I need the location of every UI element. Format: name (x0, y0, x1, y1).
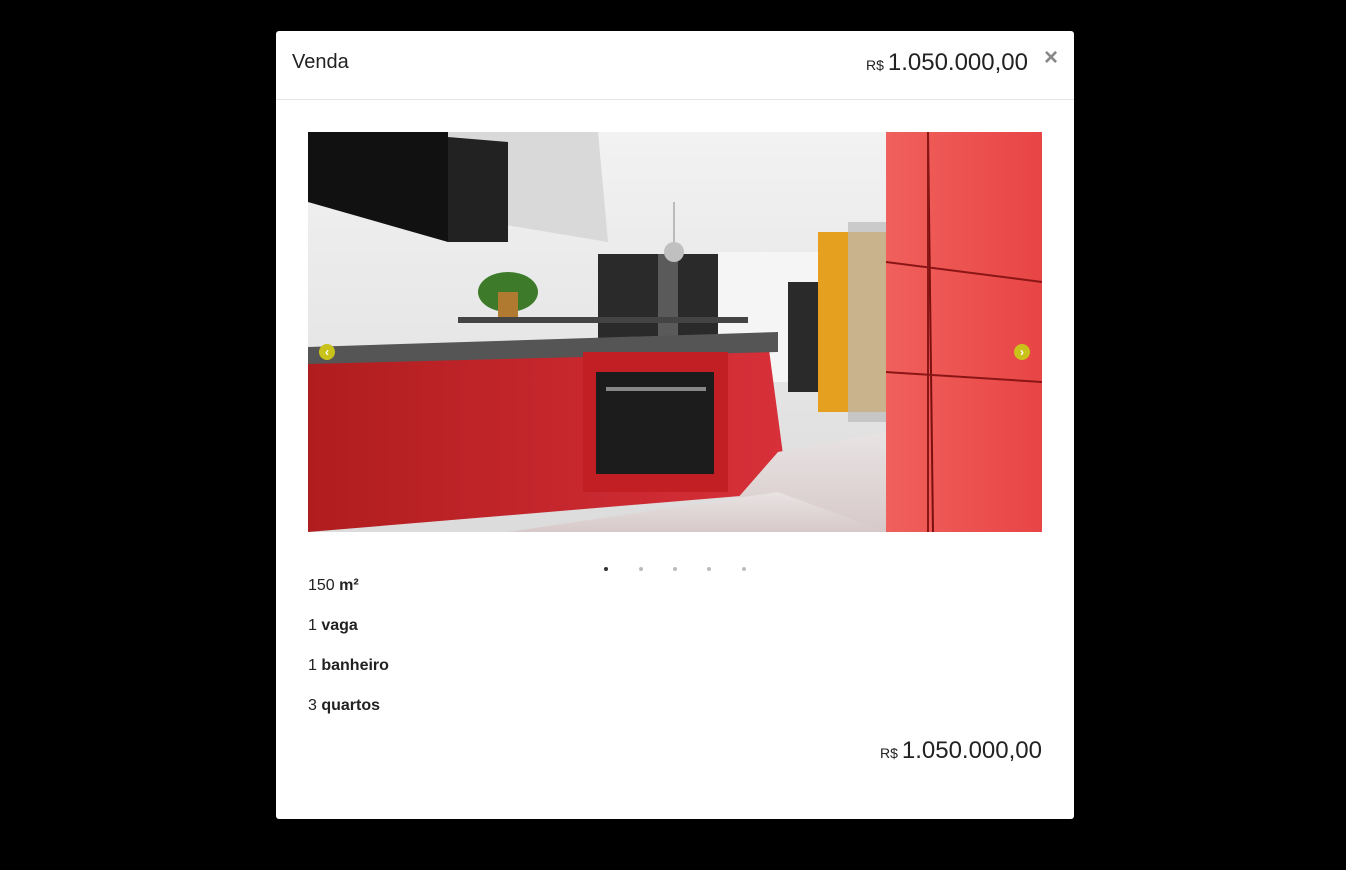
carousel-indicator-1[interactable] (604, 567, 609, 571)
feature-area-label: m² (339, 577, 359, 594)
feature-bedrooms-value: 3 (308, 697, 317, 714)
feature-bathroom-label: banheiro (321, 657, 389, 674)
modal-header: Venda R$ 1.050.000,00 × (276, 31, 1074, 100)
footer-price-amount: 1.050.000,00 (901, 737, 1042, 764)
feature-parking: 1 vaga (308, 617, 389, 657)
carousel-indicator-3[interactable] (673, 567, 677, 571)
carousel-next-button[interactable]: › (1014, 344, 1030, 360)
close-button[interactable]: × (1044, 46, 1058, 70)
carousel-indicator-5[interactable] (741, 567, 746, 571)
chevron-right-icon: › (1020, 345, 1024, 359)
feature-bedrooms-label: quartos (321, 697, 381, 714)
carousel-prev-button[interactable]: ‹ (319, 344, 335, 360)
kitchen-photo (308, 132, 1042, 532)
feature-parking-value: 1 (308, 617, 317, 634)
carousel-indicator-2[interactable] (638, 567, 643, 571)
feature-bathroom: 1 banheiro (308, 657, 389, 697)
image-carousel[interactable]: ‹ › (308, 132, 1042, 532)
property-modal: Venda R$ 1.050.000,00 × ‹ › 150 m² 1 vag… (276, 31, 1074, 819)
header-price: R$ 1.050.000,00 (866, 49, 1028, 77)
feature-area-value: 150 (308, 577, 335, 594)
header-price-amount: 1.050.000,00 (887, 49, 1028, 76)
chevron-left-icon: ‹ (325, 345, 329, 359)
footer-price-currency: R$ (879, 745, 898, 761)
header-price-currency: R$ (865, 57, 884, 73)
property-features: 150 m² 1 vaga 1 banheiro 3 quartos (308, 577, 389, 737)
footer-price: R$ 1.050.000,00 (880, 737, 1042, 765)
carousel-indicators (276, 558, 1074, 571)
feature-bathroom-value: 1 (308, 657, 317, 674)
feature-bedrooms: 3 quartos (308, 697, 389, 737)
feature-parking-label: vaga (321, 617, 358, 634)
carousel-indicator-4[interactable] (707, 567, 712, 571)
feature-area: 150 m² (308, 577, 389, 617)
modal-title: Venda (292, 51, 349, 73)
